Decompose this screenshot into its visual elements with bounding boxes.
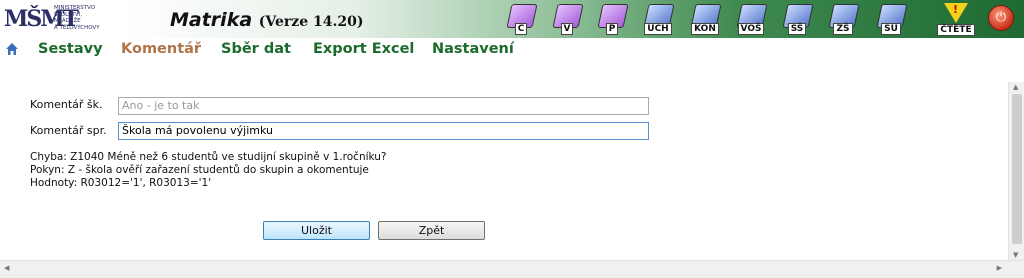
toolbar-label: V bbox=[560, 23, 574, 35]
values-message: Hodnoty: R03012='1', R03013='1' bbox=[30, 177, 212, 189]
toolbar-button-p[interactable]: P bbox=[597, 3, 629, 35]
save-button[interactable]: Uložit bbox=[263, 221, 370, 240]
toolbar-button-v[interactable]: V bbox=[552, 3, 584, 35]
logo-line: A TĚLOVÝCHOVY bbox=[54, 24, 100, 31]
scroll-right-arrow-icon[interactable]: ▶ bbox=[997, 264, 1002, 272]
read-me-button[interactable]: ! ČTĚTE bbox=[937, 2, 975, 36]
error-message: Chyba: Z1040 Méně než 6 studentů ve stud… bbox=[30, 151, 387, 163]
scroll-thumb[interactable] bbox=[1012, 94, 1022, 244]
toolbar-label: SŠ bbox=[787, 23, 807, 35]
menu-item-sber-dat[interactable]: Sběr dat bbox=[221, 41, 291, 57]
instruction-message: Pokyn: Z - škola ověří zařazení studentů… bbox=[30, 164, 369, 176]
scrollbar-corner bbox=[1008, 261, 1024, 278]
main-menu: Sestavy Komentář Sběr dat Export Excel N… bbox=[0, 38, 1024, 62]
logo-mark: MŠMT bbox=[4, 6, 79, 32]
warn-label-wrap: ČTĚTE bbox=[937, 4, 975, 36]
toolbar-button-su[interactable]: SU bbox=[876, 3, 908, 35]
main-content: Komentář šk. Ano - je to tak Komentář sp… bbox=[0, 62, 1008, 260]
app-version: (Verze 14.20) bbox=[258, 14, 364, 30]
app-title: Matrika (Verze 14.20) bbox=[170, 9, 363, 31]
back-button[interactable]: Zpět bbox=[378, 221, 485, 240]
toolbar-button-kon[interactable]: KON bbox=[690, 3, 722, 35]
msmt-logo: MŠMT MINISTERSTVO ŠKOLSTVÍ, MLÁDEŽE A TĚ… bbox=[4, 2, 124, 36]
label-admin-comment: Komentář spr. bbox=[30, 124, 107, 137]
toolbar-label: VOŠ bbox=[737, 23, 765, 35]
toolbar-label: SU bbox=[881, 23, 901, 35]
logo-text: MINISTERSTVO ŠKOLSTVÍ, MLÁDEŽE A TĚLOVÝC… bbox=[54, 5, 124, 31]
scroll-up-arrow-icon[interactable]: ▲ bbox=[1013, 83, 1018, 91]
menu-item-sestavy[interactable]: Sestavy bbox=[38, 41, 103, 57]
power-icon[interactable]: ⏻ bbox=[988, 5, 1014, 31]
toolbar-button-c[interactable]: C bbox=[506, 3, 538, 35]
toolbar-label: ZŠ bbox=[833, 23, 853, 35]
toolbar-button-vos[interactable]: VOŠ bbox=[736, 3, 768, 35]
vertical-scrollbar[interactable]: ▲ ▼ bbox=[1008, 82, 1024, 260]
toolbar-button-uch[interactable]: UCH bbox=[643, 3, 675, 35]
toolbar-button-ss[interactable]: SŠ bbox=[782, 3, 814, 35]
scroll-left-arrow-icon[interactable]: ◀ bbox=[4, 264, 9, 272]
menu-item-komentar[interactable]: Komentář bbox=[121, 41, 201, 57]
label-school-comment: Komentář šk. bbox=[30, 98, 103, 111]
menu-item-nastaveni[interactable]: Nastavení bbox=[432, 41, 514, 57]
app-header: MŠMT MINISTERSTVO ŠKOLSTVÍ, MLÁDEŽE A TĚ… bbox=[0, 0, 1024, 38]
menu-item-export-excel[interactable]: Export Excel bbox=[313, 41, 414, 57]
horizontal-scrollbar[interactable]: ◀ ▶ bbox=[0, 260, 1024, 278]
scroll-down-arrow-icon[interactable]: ▼ bbox=[1013, 251, 1018, 259]
toolbar-label: KON bbox=[691, 23, 719, 35]
toolbar-label: C bbox=[514, 23, 528, 35]
warn-label: ČTĚTE bbox=[937, 24, 975, 36]
toolbar-label: P bbox=[605, 23, 619, 35]
home-icon[interactable] bbox=[5, 42, 19, 56]
app-name: Matrika bbox=[170, 9, 253, 31]
admin-comment-field[interactable]: Škola má povolenu výjimku bbox=[118, 122, 649, 140]
toolbar-label: UCH bbox=[644, 23, 672, 35]
school-comment-field[interactable]: Ano - je to tak bbox=[118, 97, 649, 115]
toolbar-button-zs[interactable]: ZŠ bbox=[828, 3, 860, 35]
